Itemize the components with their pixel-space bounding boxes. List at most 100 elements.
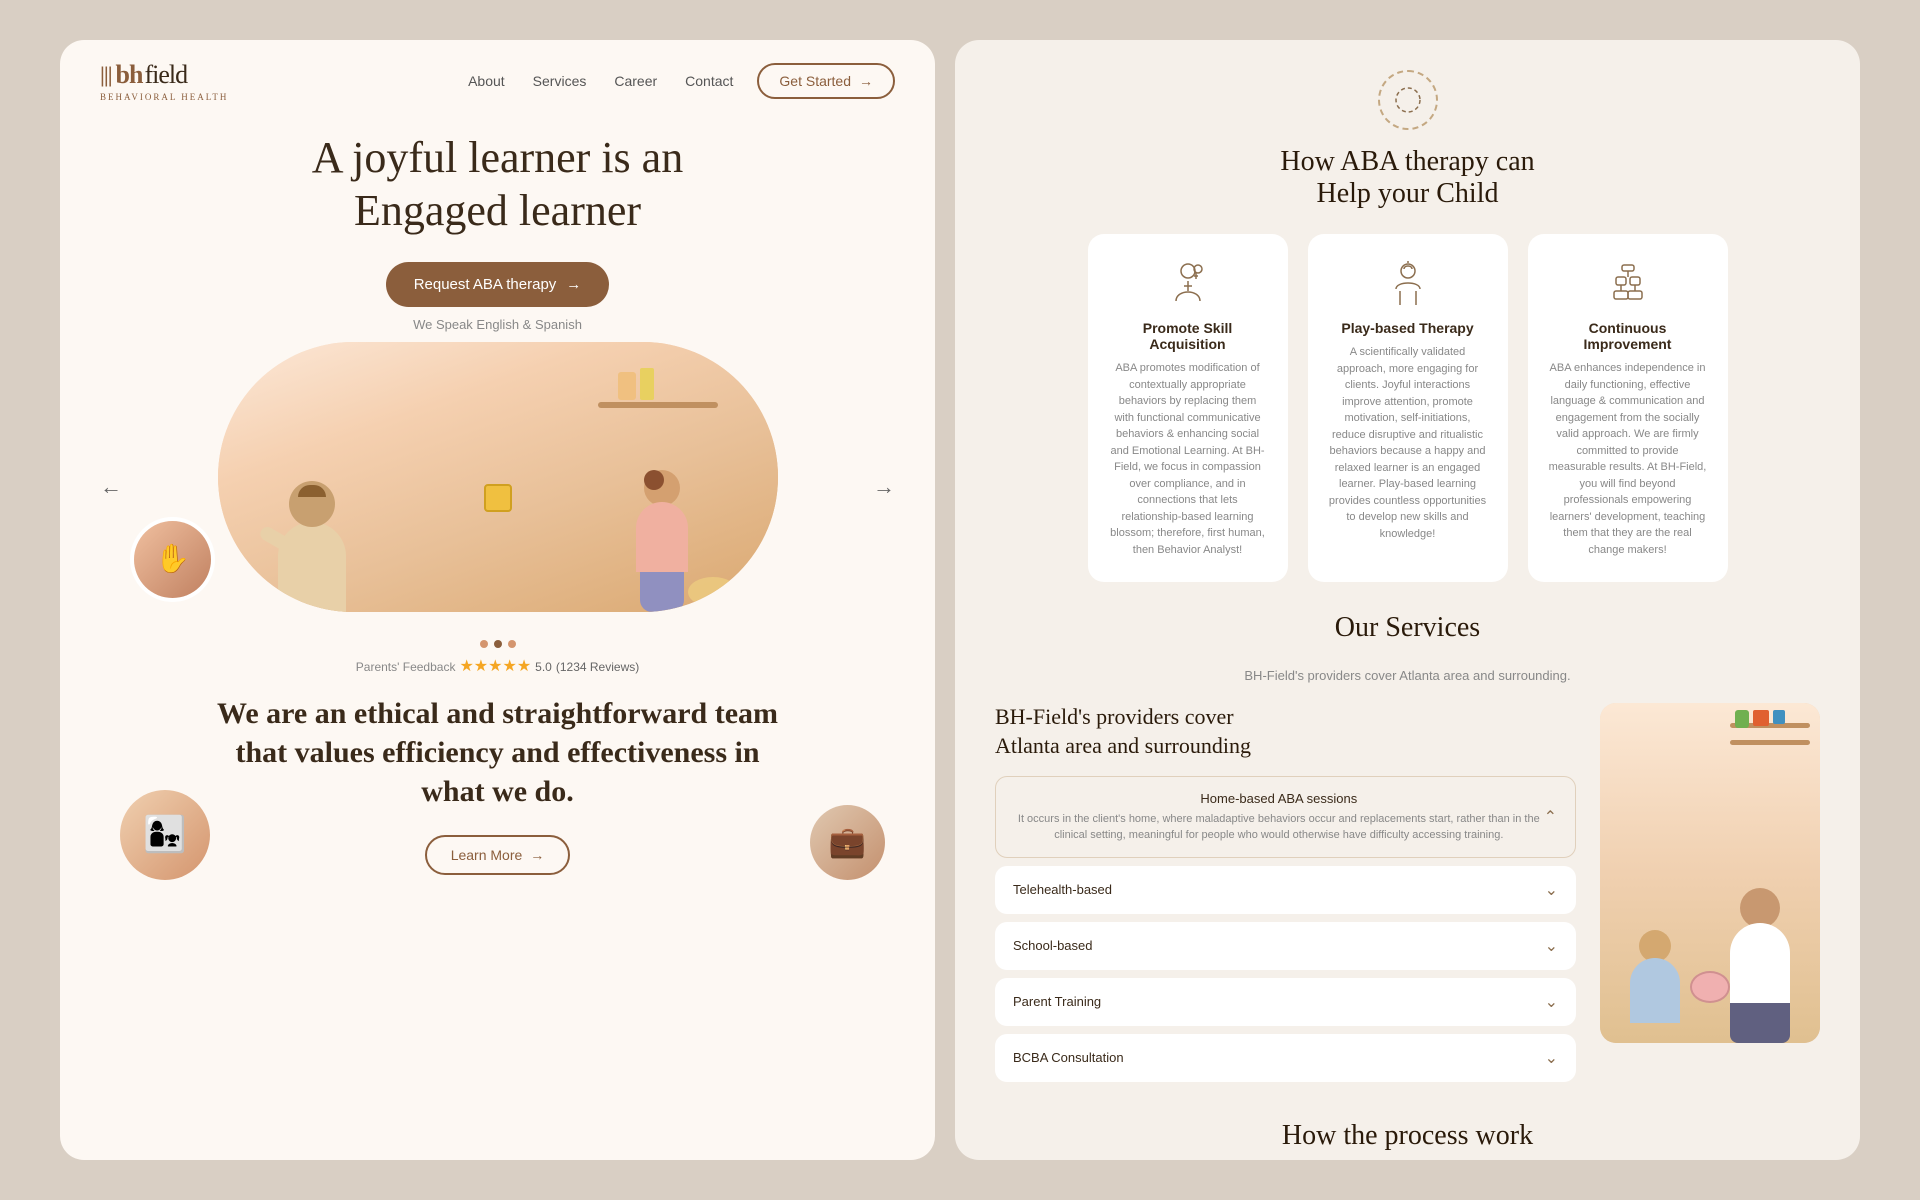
child-torso [636, 502, 688, 572]
shelf-area [598, 372, 718, 452]
process-title: How the process work [995, 1120, 1820, 1152]
toy-shelf [1730, 723, 1810, 745]
card-3-title: Continuous Improvement [1548, 320, 1708, 352]
shelf-item-2 [1753, 710, 1769, 726]
left-panel: ||| bhfield BEHAVIORAL HEALTH About Serv… [60, 40, 935, 1160]
services-heading: BH-Field's providers cover Atlanta area … [995, 703, 1576, 760]
services-scene [1600, 703, 1820, 1043]
services-left: BH-Field's providers cover Atlanta area … [995, 703, 1576, 1090]
request-aba-button[interactable]: Request ABA therapy → [386, 262, 610, 307]
play-icon [1383, 258, 1433, 308]
card-1-title: Promote Skill Acquisition [1108, 320, 1268, 352]
service-item-3[interactable]: School-based ⌄ [995, 922, 1576, 970]
aba-card-3: Continuous Improvement ABA enhances inde… [1528, 234, 1728, 582]
floor-item [688, 577, 738, 607]
card-2-title: Play-based Therapy [1328, 320, 1488, 336]
feedback-section: Parents' Feedback ★★★★★ 5.0 (1234 Review… [60, 648, 935, 684]
dot-1[interactable] [480, 640, 488, 648]
therapist-head [1740, 888, 1780, 928]
arrow-icon: → [530, 847, 544, 863]
service-item-1-content: Home-based ABA sessions It occurs in the… [1014, 791, 1544, 843]
logo: ||| bhfield BEHAVIORAL HEALTH [100, 60, 228, 102]
navigation: ||| bhfield BEHAVIORAL HEALTH About Serv… [60, 40, 935, 122]
services-section: Our Services BH-Field's providers cover … [995, 612, 1820, 1090]
dot-2[interactable] [494, 640, 502, 648]
right-panel: How ABA therapy can Help your Child [955, 40, 1860, 1160]
dot-3[interactable] [508, 640, 516, 648]
child-figure [636, 470, 688, 612]
nav-about[interactable]: About [468, 73, 505, 89]
nav-career[interactable]: Career [614, 73, 657, 89]
service-item-1[interactable]: Home-based ABA sessions It occurs in the… [995, 776, 1576, 858]
aba-section-title: How ABA therapy can Help your Child [995, 146, 1820, 210]
toy-piggy [1690, 971, 1730, 1003]
arrow-icon: → [859, 73, 873, 89]
child-figure [1630, 930, 1680, 1023]
aba-section: How ABA therapy can Help your Child [995, 70, 1820, 582]
child-head [644, 470, 680, 506]
therapist-figure [1730, 888, 1790, 1043]
shelf-bottom [1730, 740, 1810, 745]
carousel-next-button[interactable]: → [873, 474, 895, 500]
feedback-label: Parents' Feedback [356, 660, 456, 674]
logo-subtitle: BEHAVIORAL HEALTH [100, 92, 228, 102]
nav-contact[interactable]: Contact [685, 73, 733, 89]
service-item-4[interactable]: Parent Training ⌄ [995, 978, 1576, 1026]
card-3-desc: ABA enhances independence in daily funct… [1548, 360, 1708, 558]
process-section: How the process work There are some the … [995, 1120, 1820, 1160]
person-circle-right: 💼 [810, 805, 885, 880]
thumbnail-circle: ✋ [130, 517, 215, 602]
learn-more-button[interactable]: Learn More → [425, 835, 571, 875]
child-pants [640, 572, 684, 612]
adult-head [289, 481, 335, 527]
about-title: We are an ethical and straightforward te… [120, 694, 875, 811]
services-image [1600, 703, 1820, 1043]
child-hair [644, 470, 664, 490]
therapist-shirt [1730, 923, 1790, 1003]
person-circle-left: 👩‍👧 [120, 790, 210, 880]
therapist-pants [1730, 1003, 1790, 1043]
feedback-score: 5.0 [535, 660, 552, 674]
about-section: We are an ethical and straightforward te… [60, 684, 935, 885]
nav-links: About Services Career Contact [468, 73, 733, 89]
chevron-down-icon: ⌄ [1545, 1048, 1558, 1068]
shelf-items [1735, 710, 1810, 728]
language-text: We Speak English & Spanish [100, 317, 895, 332]
services-content: BH-Field's providers cover Atlanta area … [995, 703, 1820, 1090]
logo-field: field [144, 60, 187, 90]
logo-bh: bh [116, 60, 143, 90]
chevron-down-icon: ⌄ [1545, 936, 1558, 956]
card-1-desc: ABA promotes modification of contextuall… [1108, 360, 1268, 558]
stars-icon: ★★★★★ [459, 658, 531, 675]
adult-figure [278, 481, 346, 612]
aba-card-2: Play-based Therapy A scientifically vali… [1308, 234, 1508, 582]
service-item-2[interactable]: Telehealth-based ⌄ [995, 866, 1576, 914]
services-subtitle: BH-Field's providers cover Atlanta area … [995, 668, 1820, 683]
shelf-item-3 [1773, 710, 1785, 724]
hero-image-area: ← [100, 342, 895, 632]
nav-services[interactable]: Services [533, 73, 587, 89]
hero-section: A joyful learner is an Engaged learner R… [60, 122, 935, 332]
shelf-item [618, 372, 636, 400]
service-item-5[interactable]: BCBA Consultation ⌄ [995, 1034, 1576, 1082]
aba-card-1: Promote Skill Acquisition ABA promotes m… [1088, 234, 1288, 582]
carousel-prev-button[interactable]: ← [100, 474, 122, 500]
adult-torso [278, 522, 346, 612]
card-2-desc: A scientifically validated approach, mor… [1328, 344, 1488, 542]
feedback-reviews: (1234 Reviews) [556, 660, 639, 674]
skill-icon [1163, 258, 1213, 308]
shelf-item2 [640, 368, 654, 400]
improve-icon [1603, 258, 1653, 308]
page-wrapper: ||| bhfield BEHAVIORAL HEALTH About Serv… [0, 0, 1920, 1200]
hero-title: A joyful learner is an Engaged learner [100, 132, 895, 238]
thumb-inner: ✋ [134, 521, 211, 598]
adult-hair [298, 485, 326, 497]
shelf [598, 402, 718, 408]
aba-cards: Promote Skill Acquisition ABA promotes m… [995, 234, 1820, 582]
get-started-button[interactable]: Get Started → [757, 63, 895, 99]
carousel-dots [60, 640, 935, 648]
chevron-down-icon: ⌄ [1545, 880, 1558, 900]
services-title: Our Services [995, 612, 1820, 644]
shelf-item-1 [1735, 710, 1749, 728]
chevron-up-icon: ⌃ [1544, 807, 1557, 827]
